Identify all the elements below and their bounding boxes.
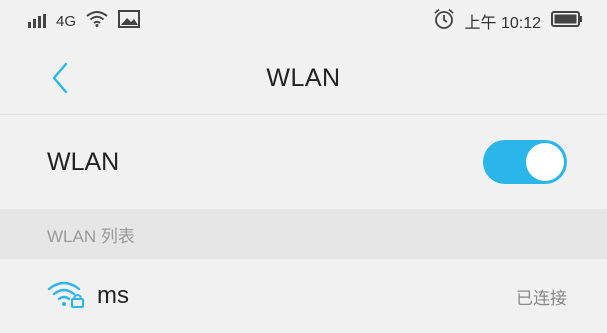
network-connection-status: 已连接: [516, 288, 567, 308]
wlan-toggle-label: WLAN: [47, 147, 120, 176]
navigation-bar: WLAN: [0, 42, 607, 114]
chevron-left-icon: [52, 62, 68, 94]
signal-bars-icon: [28, 14, 46, 28]
status-right: 上午 10:12: [433, 8, 584, 35]
network-name: ms: [97, 282, 129, 309]
status-left: 4G: [28, 9, 141, 33]
alarm-clock-icon: [433, 8, 455, 35]
image-icon: [118, 9, 141, 33]
section-title: WLAN 列表: [47, 226, 135, 246]
network-type-label: 4G: [56, 12, 77, 30]
status-bar: 4G 上午 10:12: [0, 0, 607, 42]
status-time: 上午 10:12: [464, 15, 542, 32]
wlan-toggle-row: WLAN: [0, 115, 607, 209]
wlan-settings-screen: 4G 上午 10:12 WLAN WLAN WLAN 列表 ms 已连接: [0, 0, 607, 333]
back-button[interactable]: [42, 60, 78, 96]
battery-icon: [551, 10, 583, 33]
wlan-list-section-header: WLAN 列表: [0, 209, 607, 259]
network-list-item[interactable]: ms 已连接: [0, 259, 607, 333]
network-info: ms: [47, 279, 129, 314]
page-title: WLAN: [266, 63, 341, 92]
wifi-lock-icon: [47, 279, 85, 314]
wifi-icon: [86, 10, 108, 32]
wlan-toggle-switch[interactable]: [483, 140, 567, 184]
toggle-knob: [526, 143, 564, 181]
